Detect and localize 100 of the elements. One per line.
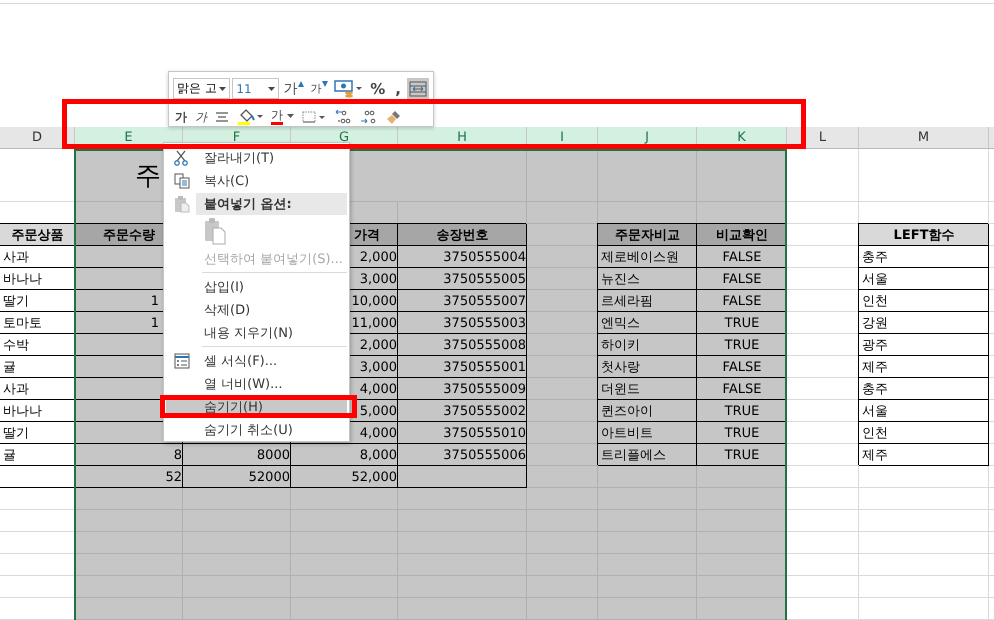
selected-cell <box>527 224 598 246</box>
selected-cell <box>527 334 598 356</box>
table-cell: 첫사랑 <box>598 356 697 378</box>
column-title-cell: LEFT함수 <box>859 224 989 246</box>
table-cell: 제주 <box>859 444 989 466</box>
scissors-icon <box>174 150 188 166</box>
borders-icon <box>302 110 326 124</box>
table-cell: FALSE <box>697 268 787 290</box>
wrap-text-button[interactable] <box>407 78 429 100</box>
fill-color-button[interactable] <box>235 108 265 126</box>
column-title-cell: 주문자비교 <box>598 224 697 246</box>
table-cell: FALSE <box>697 356 787 378</box>
menu-item[interactable]: 잘라내기(T) <box>166 146 347 169</box>
caret-icon <box>287 114 294 118</box>
table-cell: 바나나 <box>0 268 75 290</box>
copy-icon <box>174 172 190 188</box>
format-button[interactable]: % <box>366 78 390 100</box>
table-cell: FALSE <box>697 246 787 268</box>
caret-icon <box>268 86 276 90</box>
paintbrush-icon <box>386 109 402 125</box>
table-cell: 3750555007 <box>398 290 527 312</box>
table-cell: 더윈드 <box>598 378 697 400</box>
money-icon <box>334 80 362 98</box>
selected-cell <box>527 400 598 422</box>
table-cell: 3750555005 <box>398 268 527 290</box>
table-cell: 제로베이스원 <box>598 246 697 268</box>
grow-font-button[interactable]: 가 <box>281 78 306 100</box>
caret-icon <box>219 86 226 90</box>
table-cell: 엔믹스 <box>598 312 697 334</box>
selected-cell <box>527 378 598 400</box>
table-cell: 충주 <box>859 246 989 268</box>
table-cell: 3750555009 <box>398 378 527 400</box>
font-field[interactable]: 맑은 고 <box>173 78 230 99</box>
table-cell: 인천 <box>859 290 989 312</box>
table-cell: 귤 <box>0 356 75 378</box>
table-cell: 3750555004 <box>398 246 527 268</box>
table-cell: 8 <box>75 444 183 466</box>
sheet-title: 주 <box>135 160 161 192</box>
table-cell: 3750555010 <box>398 422 527 444</box>
table-cell: FALSE <box>697 290 787 312</box>
table-cell: 귤 <box>0 444 75 466</box>
increase-decimal-icon <box>334 109 352 125</box>
table-cell: 바나나 <box>0 400 75 422</box>
selected-cell <box>527 246 598 268</box>
table-cell: 트리플에스 <box>598 444 697 466</box>
table-cell: 8,000 <box>291 444 398 466</box>
column-title-cell: 비교확인 <box>697 224 787 246</box>
table-cell: 하이키 <box>598 334 697 356</box>
format-button[interactable]: , <box>391 78 405 100</box>
bold-button[interactable]: 가 <box>173 108 189 126</box>
decrease-decimal-icon <box>360 109 378 125</box>
table-cell: 아트비트 <box>598 422 697 444</box>
table-cell: 수박 <box>0 334 75 356</box>
menu-item[interactable]: 복사(C) <box>166 169 347 192</box>
table-cell: TRUE <box>697 312 787 334</box>
table-cell: 딸기 <box>0 422 75 444</box>
column-header[interactable]: M <box>859 127 989 149</box>
table-cell: 52 <box>75 466 183 488</box>
table-cell: TRUE <box>697 422 787 444</box>
selected-cell <box>527 290 598 312</box>
table-cell: 충주 <box>859 378 989 400</box>
table-cell: TRUE <box>697 400 787 422</box>
table-cell: TRUE <box>697 444 787 466</box>
selected-cell <box>527 202 598 224</box>
table-cell: 인천 <box>859 422 989 444</box>
table-cell: 52,000 <box>291 466 398 488</box>
table-cell: 서울 <box>859 400 989 422</box>
table-cell: 퀸즈아이 <box>598 400 697 422</box>
table-cell: 3750555002 <box>398 400 527 422</box>
table-cell: 52000 <box>183 466 291 488</box>
table-cell: 3750555001 <box>398 356 527 378</box>
shrink-font-button[interactable]: 가 <box>308 78 330 100</box>
selected-cell <box>527 356 598 378</box>
table-cell: 8000 <box>183 444 291 466</box>
table-cell: FALSE <box>697 378 787 400</box>
column-title-cell: 송장번호 <box>398 224 527 246</box>
arrow-down-icon <box>322 80 328 86</box>
selected-cell <box>527 488 598 510</box>
italic-button[interactable]: 가 <box>193 108 209 126</box>
table-cell: 강원 <box>859 312 989 334</box>
table-cell: 뉴진스 <box>598 268 697 290</box>
table-cell: 광주 <box>859 334 989 356</box>
table-cell: 3750555006 <box>398 444 527 466</box>
wrap-text-icon <box>409 80 427 96</box>
font-color-button[interactable]: 가 <box>269 108 296 126</box>
selected-cell <box>527 312 598 334</box>
table-cell: 서울 <box>859 268 989 290</box>
table-cell: 딸기 <box>0 290 75 312</box>
table-cell: TRUE <box>697 334 787 356</box>
column-title-cell: 주문상품 <box>0 224 75 246</box>
table-cell: 사과 <box>0 378 75 400</box>
clipboard-icon <box>174 194 190 212</box>
accounting-format-button[interactable] <box>332 78 364 100</box>
table-cell: 3750555003 <box>398 312 527 334</box>
selected-cell <box>527 444 598 466</box>
arrow-up-icon <box>298 80 304 86</box>
column-header[interactable]: D <box>0 127 75 149</box>
table-cell: 사과 <box>0 246 75 268</box>
font-size-field[interactable]: 11 <box>232 78 280 99</box>
selected-cell <box>527 268 598 290</box>
